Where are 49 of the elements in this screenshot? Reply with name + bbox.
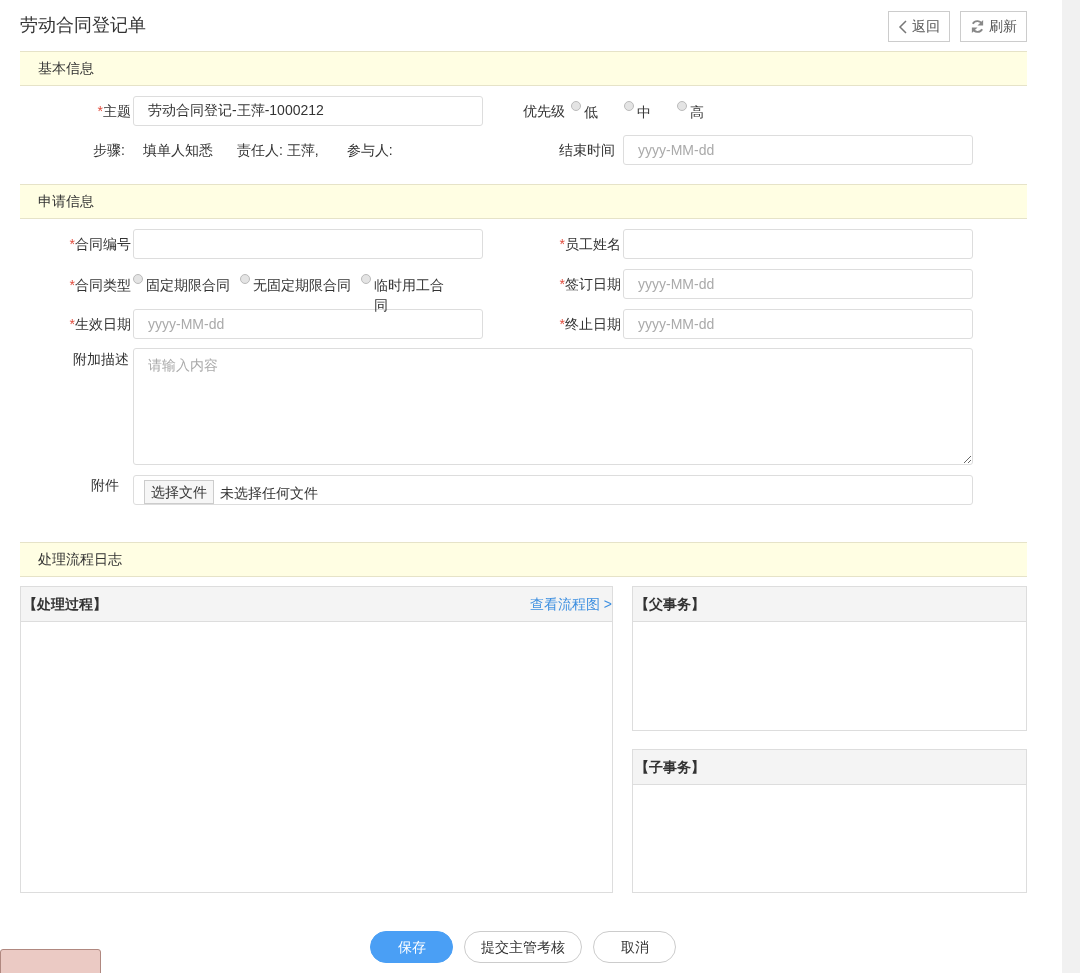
input-field[interactable]: 劳动合同登记-王萍-1000212 xyxy=(133,96,483,126)
panel-title: 【处理过程】 xyxy=(23,594,107,614)
file-input-field[interactable]: 选择文件 未选择任何文件 xyxy=(133,475,973,505)
field-label: *合同类型 xyxy=(68,276,132,295)
field-label: *员工姓名 xyxy=(558,234,622,254)
field-label: 结束时间 xyxy=(558,140,616,160)
field-label: *签订日期 xyxy=(558,274,622,294)
text-area[interactable]: 请输入内容 xyxy=(133,348,973,465)
action-button[interactable]: 提交主管考核 xyxy=(464,931,582,963)
file-status: 未选择任何文件 xyxy=(220,483,318,503)
action-button[interactable]: 取消 xyxy=(593,931,676,963)
field-label: 优先级 xyxy=(522,101,565,121)
field-label: 步骤: xyxy=(92,140,125,160)
field-label: 附件 xyxy=(90,476,120,495)
radio-button[interactable] xyxy=(677,101,687,111)
field-label: *主题 xyxy=(96,101,132,121)
panel-title: 【父事务】 xyxy=(635,594,705,614)
input-field[interactable]: yyyy-MM-dd xyxy=(623,135,973,165)
radio-label: 高 xyxy=(690,103,704,122)
refresh-icon xyxy=(970,19,985,34)
section-header: 处理流程日志 xyxy=(20,542,1027,577)
section-header: 基本信息 xyxy=(20,51,1027,86)
field-label: 附加描述 xyxy=(72,350,130,369)
field-label: *终止日期 xyxy=(558,314,622,334)
page-title: 劳动合同登记单 xyxy=(20,14,146,37)
back-button[interactable]: 返回 xyxy=(888,11,950,42)
radio-label: 固定期限合同 xyxy=(146,276,230,295)
radio-button[interactable] xyxy=(571,101,581,111)
field-value: 责任人: 王萍, xyxy=(237,140,319,160)
radio-button[interactable] xyxy=(624,101,634,111)
field-label: 参与人: xyxy=(346,140,393,160)
input-field[interactable]: yyyy-MM-dd xyxy=(623,309,973,339)
chevron-left-icon xyxy=(898,19,908,34)
radio-label: 低 xyxy=(584,103,598,122)
refresh-button[interactable]: 刷新 xyxy=(960,11,1027,42)
input-field[interactable]: yyyy-MM-dd xyxy=(623,269,973,299)
input-field[interactable] xyxy=(623,229,973,259)
radio-button[interactable] xyxy=(240,274,250,284)
radio-button[interactable] xyxy=(133,274,143,284)
field-label: *生效日期 xyxy=(68,314,132,334)
panel-title: 【子事务】 xyxy=(635,757,705,777)
choose-file-button[interactable]: 选择文件 xyxy=(144,480,214,504)
section-header: 申请信息 xyxy=(20,184,1027,219)
radio-button[interactable] xyxy=(361,274,371,284)
radio-label: 中 xyxy=(637,103,651,122)
field-value: 填单人知悉 xyxy=(143,140,213,160)
input-field[interactable] xyxy=(133,229,483,259)
radio-label: 无固定期限合同 xyxy=(253,276,351,295)
field-label: *合同编号 xyxy=(68,234,132,254)
